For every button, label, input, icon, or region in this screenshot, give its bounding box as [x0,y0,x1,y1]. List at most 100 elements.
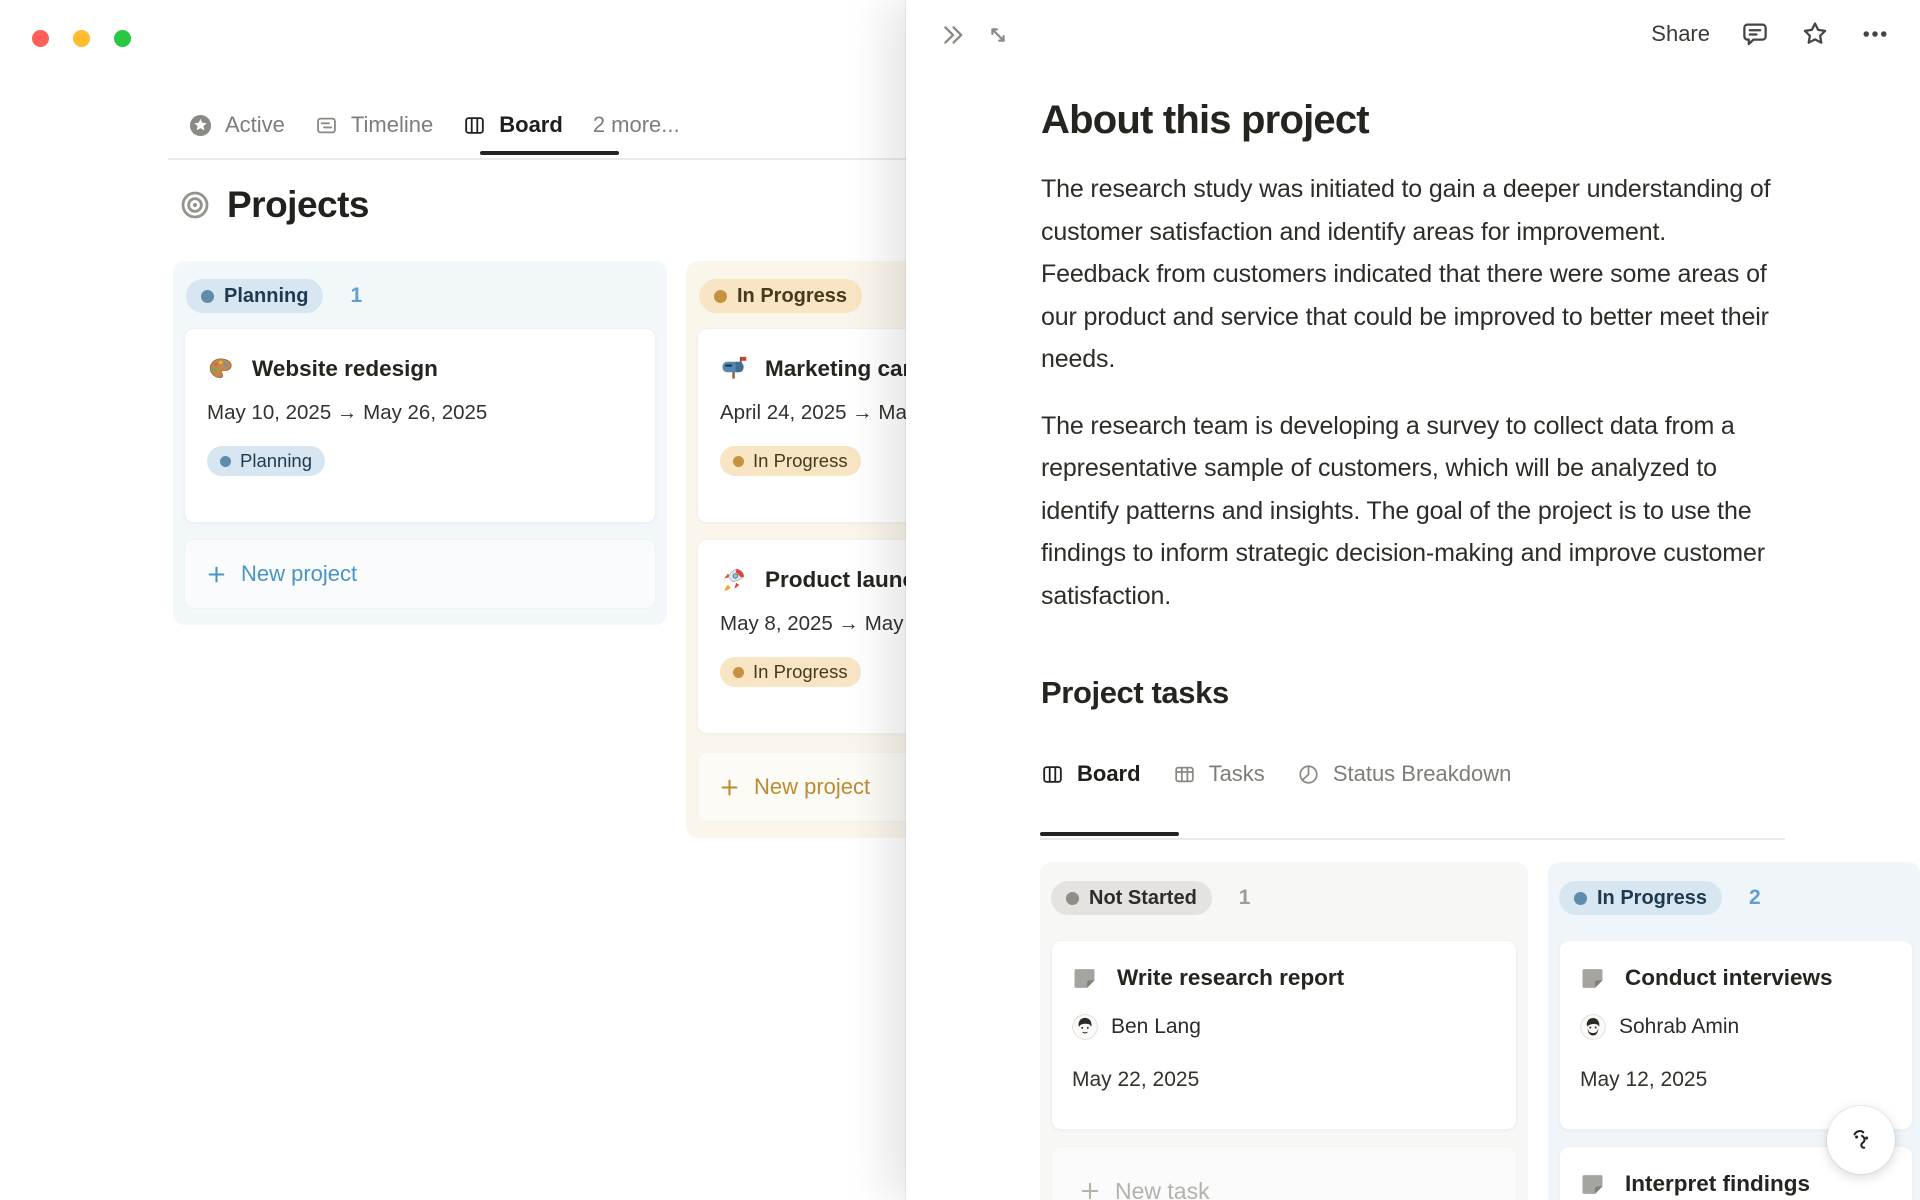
card-title: Interpret findings [1625,1171,1810,1196]
page-title: Projects [227,184,370,225]
tab-label: Status Breakdown [1332,761,1512,786]
peek-nav-left [939,21,1012,49]
card-date-range: May 10, 2025 → May 26, 2025 [207,401,488,424]
tab-label: Board [499,112,563,137]
assignee-row: Ben Lang [1072,1014,1496,1040]
page-header: Projects [180,184,370,226]
column-count: 2 [1749,886,1761,909]
task-note-icon [1580,1172,1605,1197]
zoom-window-button[interactable] [114,30,131,47]
tab-active[interactable]: Active [189,112,285,138]
assignee-row: Sohrab Amin [1580,1014,1892,1040]
rocket-icon [720,566,747,593]
tab-board[interactable]: Board [463,112,563,138]
target-icon [180,190,210,220]
tag-label: In Progress [753,661,848,682]
card-status-tag: Planning [207,446,326,476]
tab-more-views[interactable]: 2 more... [593,112,680,138]
database-view-tabs: Active Timeline Board 2 more... [189,103,680,147]
card-title: Conduct interviews [1625,965,1833,990]
task-date: May 22, 2025 [1072,1068,1200,1091]
status-dot [733,455,744,467]
avatar-sohrab-amin [1580,1014,1606,1040]
tab-label: Active [225,112,285,137]
status-dot [1574,891,1587,905]
favorite-star-icon[interactable] [1800,19,1830,49]
tasks-column-not-started: Not Started 1 Write research report Ben … [1040,862,1528,1200]
tag-label: In Progress [753,450,848,471]
close-window-button[interactable] [32,30,49,47]
status-dot [1066,891,1079,905]
task-card-conduct-interviews[interactable]: Conduct interviews Sohrab Amin May 12, 2… [1559,940,1913,1130]
plus-icon [1080,1181,1100,1200]
tab-tasks-table[interactable]: Tasks [1173,761,1265,787]
table-icon [1173,763,1196,786]
status-label: Not Started [1089,886,1197,909]
avatar-ben-lang [1072,1014,1098,1040]
tab-timeline[interactable]: Timeline [315,112,433,138]
expand-diagonal-icon[interactable] [984,21,1012,49]
palette-icon [207,355,234,382]
column-count: 1 [1238,886,1251,909]
new-project-label: New project [241,561,358,586]
peek-content: About this project The research study wa… [1041,0,1789,796]
status-label: Planning [224,284,309,307]
status-pill-planning[interactable]: Planning [186,279,324,313]
new-project-label: New project [754,774,871,799]
tab-status-breakdown[interactable]: Status Breakdown [1297,761,1512,787]
column-header: Not Started 1 [1050,862,1518,915]
board-icon [463,114,486,137]
pie-icon [1297,763,1320,786]
card-title: Product launch [765,566,929,592]
board-icon [1041,763,1064,786]
minimize-window-button[interactable] [73,30,90,47]
tab-tasks-board[interactable]: Board [1041,761,1141,787]
tasks-view-tabs: Board Tasks Status Breakdown [1041,752,1789,796]
peek-panel: Share About this project The research st… [906,0,1920,1200]
assignee-name: Ben Lang [1111,1015,1201,1038]
status-pill-in-progress[interactable]: In Progress [1559,881,1723,915]
new-project-button-planning[interactable]: New project [184,539,656,609]
active-tab-underline [480,151,619,155]
tag-label: Planning [240,450,313,471]
status-dot [714,289,727,303]
star-circle-icon [189,114,212,137]
board-column-planning: Planning 1 Website redesign May 10, 2025… [173,261,667,625]
tab-label: Timeline [350,112,434,137]
plus-icon [720,778,739,797]
new-task-label: New task [1115,1177,1210,1200]
status-pill-not-started[interactable]: Not Started [1051,881,1212,915]
app-window: Active Timeline Board 2 more... Projects [0,0,1920,1200]
column-header: Planning 1 [183,261,657,328]
card-status-tag: In Progress [720,446,861,476]
project-tasks-heading: Project tasks [1041,675,1229,710]
notion-ai-face-icon [1853,1130,1869,1149]
column-count: 1 [350,284,363,307]
mailbox-icon [720,355,747,382]
column-header: In Progress 2 [1558,862,1910,915]
tab-label: 2 more... [592,112,680,137]
status-label: In Progress [1597,886,1708,909]
status-dot [201,289,214,303]
tabs-divider [168,158,906,160]
timeline-icon [315,114,338,137]
tab-label: Board [1077,761,1141,786]
status-label: In Progress [737,284,848,307]
card-status-tag: In Progress [720,657,861,687]
new-task-button[interactable]: New task [1051,1146,1517,1200]
tab-label: Tasks [1208,761,1265,786]
status-dot [220,455,231,467]
about-heading: About this project [1041,98,1370,142]
project-card-website-redesign[interactable]: Website redesign May 10, 2025 → May 26, … [184,328,656,523]
task-card-write-research-report[interactable]: Write research report Ben Lang May 22, 2… [1051,940,1517,1130]
double-chevron-right-icon[interactable] [939,21,967,49]
notion-ai-button[interactable] [1827,1106,1895,1174]
task-date: May 12, 2025 [1580,1068,1708,1091]
about-paragraph-2: The research team is developing a survey… [1041,411,1765,610]
status-pill-in-progress[interactable]: In Progress [699,279,863,313]
about-paragraph-1: The research study was initiated to gain… [1041,175,1771,373]
active-tab-underline [1040,832,1179,836]
card-title: Write research report [1117,965,1345,990]
ellipsis-icon[interactable] [1860,19,1890,49]
assignee-name: Sohrab Amin [1619,1015,1740,1038]
